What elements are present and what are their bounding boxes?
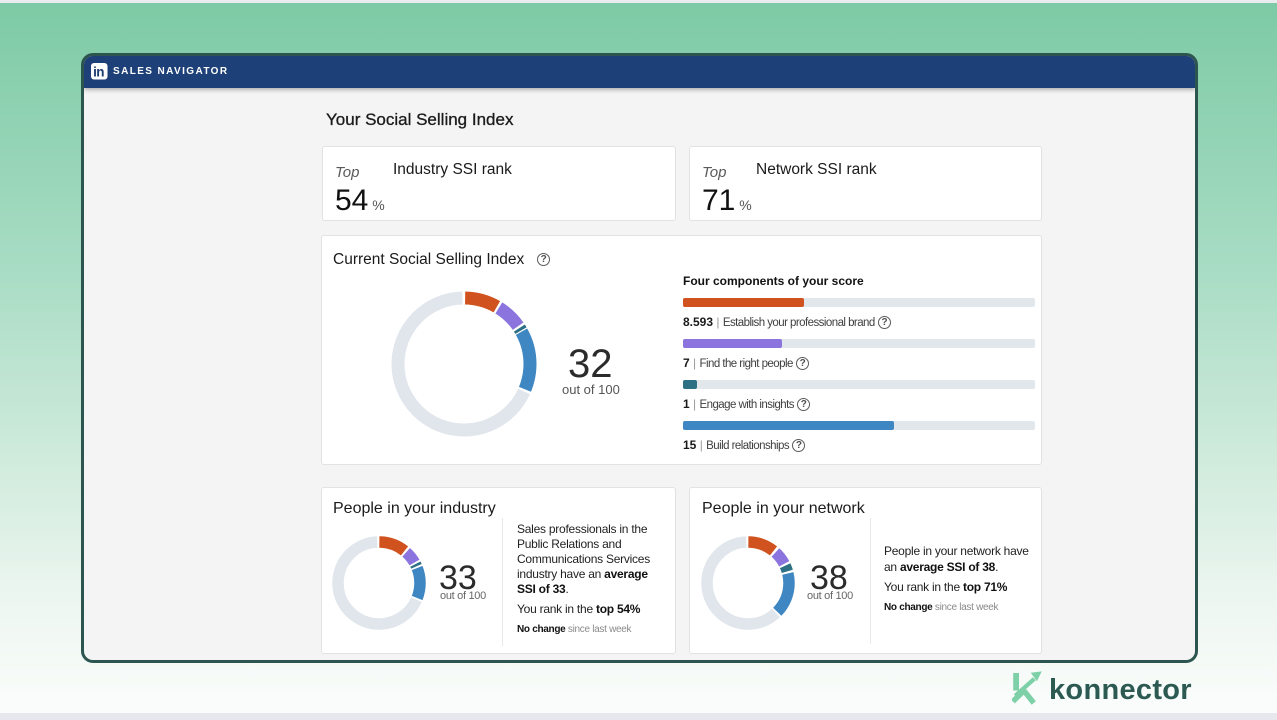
svg-text:in: in <box>93 65 104 80</box>
